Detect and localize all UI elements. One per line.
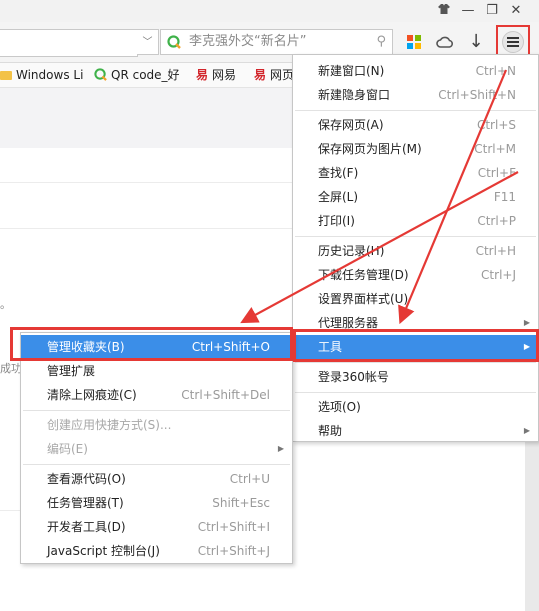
annotation-arrow: [398, 69, 508, 325]
annotation-arrows: [240, 69, 519, 325]
annotation-arrow: [240, 171, 519, 324]
